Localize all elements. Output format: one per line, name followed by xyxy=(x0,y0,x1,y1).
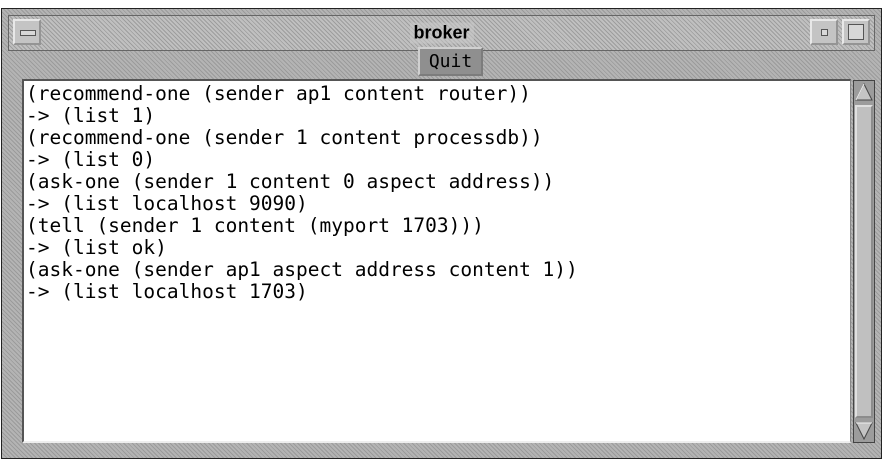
maximize-button[interactable] xyxy=(842,19,870,45)
output-line: (recommend-one (sender ap1 content route… xyxy=(26,82,531,105)
minimize-button[interactable] xyxy=(810,19,838,45)
output-line: (tell (sender 1 content (myport 1703))) xyxy=(26,214,484,237)
output-log: (recommend-one (sender ap1 content route… xyxy=(24,81,850,303)
output-line: -> (list 1) xyxy=(26,104,156,127)
minimize-icon xyxy=(821,29,828,36)
output-line: -> (list localhost 1703) xyxy=(26,280,308,303)
output-line: -> (list ok) xyxy=(26,236,167,259)
output-line: -> (list 0) xyxy=(26,148,156,171)
output-line: -> (list localhost 9090) xyxy=(26,192,308,215)
output-line: (ask-one (sender ap1 aspect address cont… xyxy=(26,258,578,281)
window-menu-button[interactable] xyxy=(13,19,41,45)
output-line: (recommend-one (sender 1 content process… xyxy=(26,126,543,149)
window-title: broker xyxy=(409,22,474,44)
quit-button[interactable]: Quit xyxy=(418,47,483,76)
vertical-scrollbar[interactable] xyxy=(853,80,875,443)
window-menu-icon xyxy=(20,30,36,36)
scroll-up-arrow-icon[interactable] xyxy=(855,82,873,102)
title-bar[interactable]: broker xyxy=(8,15,875,51)
output-text-area[interactable]: (recommend-one (sender ap1 content route… xyxy=(22,79,851,443)
scroll-down-arrow-icon[interactable] xyxy=(855,421,873,441)
scroll-thumb[interactable] xyxy=(855,105,873,418)
maximize-icon xyxy=(848,24,864,40)
output-line: (ask-one (sender 1 content 0 aspect addr… xyxy=(26,170,555,193)
